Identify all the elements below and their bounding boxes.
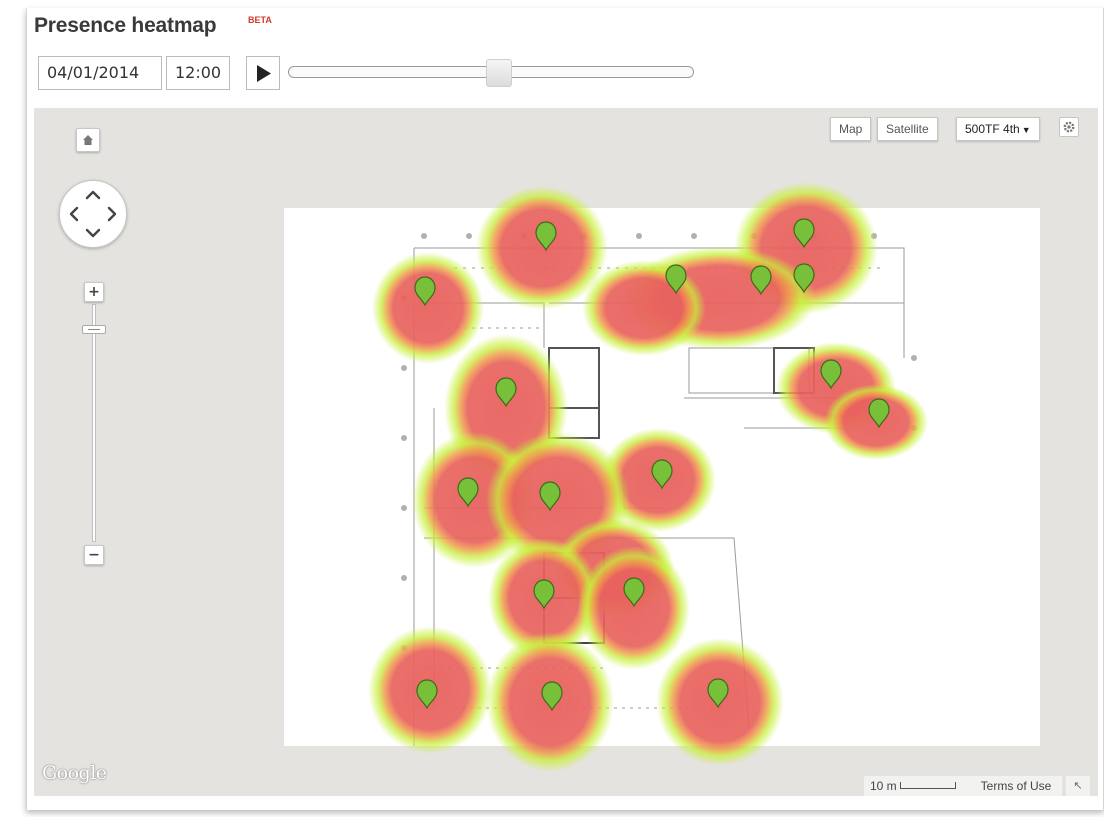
gear-icon	[1063, 121, 1075, 133]
zoom-slider-track[interactable]	[92, 304, 96, 542]
play-icon	[257, 65, 271, 82]
presence-marker[interactable]	[541, 681, 563, 711]
presence-marker[interactable]	[533, 579, 555, 609]
scale-bar[interactable]: 10 m	[864, 776, 970, 796]
presence-marker[interactable]	[495, 377, 517, 407]
presence-marker[interactable]	[539, 481, 561, 511]
presence-marker[interactable]	[665, 264, 687, 294]
pan-right-icon	[107, 206, 117, 222]
presence-marker[interactable]	[750, 265, 772, 295]
settings-button[interactable]	[1059, 117, 1079, 137]
widget-title: Presence heatmap	[34, 14, 217, 37]
beta-badge: BETA	[248, 15, 272, 25]
zoom-in-label: +	[88, 284, 100, 300]
map-type-map-button[interactable]: Map	[830, 117, 872, 141]
presence-marker[interactable]	[651, 459, 673, 489]
presence-marker[interactable]	[416, 679, 438, 709]
expand-arrow-icon[interactable]: ↖	[1066, 776, 1090, 796]
scale-label: 10 m	[870, 779, 897, 793]
terms-of-use-link[interactable]: Terms of Use	[970, 776, 1062, 796]
pan-left-icon	[69, 206, 79, 222]
presence-marker[interactable]	[793, 263, 815, 293]
home-button[interactable]	[76, 128, 100, 152]
pan-control[interactable]	[59, 180, 127, 248]
zoom-out-button[interactable]: −	[84, 545, 104, 565]
zoom-out-label: −	[88, 547, 100, 563]
map-type-satellite-button[interactable]: Satellite	[877, 117, 938, 141]
presence-marker[interactable]	[623, 577, 645, 607]
chevron-down-icon: ▼	[1021, 125, 1031, 135]
presence-marker[interactable]	[820, 359, 842, 389]
zoom-slider-handle[interactable]	[82, 325, 106, 334]
map-view[interactable]: + − Map Satellite 500TF 4th ▼ Google 10 m…	[34, 108, 1098, 796]
timeline-slider-thumb[interactable]	[486, 59, 512, 87]
scale-line	[900, 782, 956, 789]
google-logo[interactable]: Google	[42, 762, 107, 784]
presence-marker[interactable]	[707, 678, 729, 708]
presence-marker[interactable]	[868, 398, 890, 428]
pan-down-icon	[85, 228, 101, 238]
time-input[interactable]: 12:00	[166, 56, 230, 90]
presence-marker[interactable]	[535, 221, 557, 251]
home-icon	[83, 135, 93, 145]
date-input[interactable]: 04/01/2014	[38, 56, 162, 90]
presence-markers	[414, 218, 890, 711]
floor-select-value: 500TF 4th	[965, 122, 1020, 136]
pan-up-icon	[85, 190, 101, 200]
presence-marker[interactable]	[414, 276, 436, 306]
pan-arrows-icon	[69, 190, 117, 238]
play-button[interactable]	[246, 56, 280, 90]
zoom-in-button[interactable]: +	[84, 282, 104, 302]
presence-marker[interactable]	[793, 218, 815, 248]
floor-select[interactable]: 500TF 4th ▼	[956, 117, 1040, 141]
presence-marker[interactable]	[457, 477, 479, 507]
